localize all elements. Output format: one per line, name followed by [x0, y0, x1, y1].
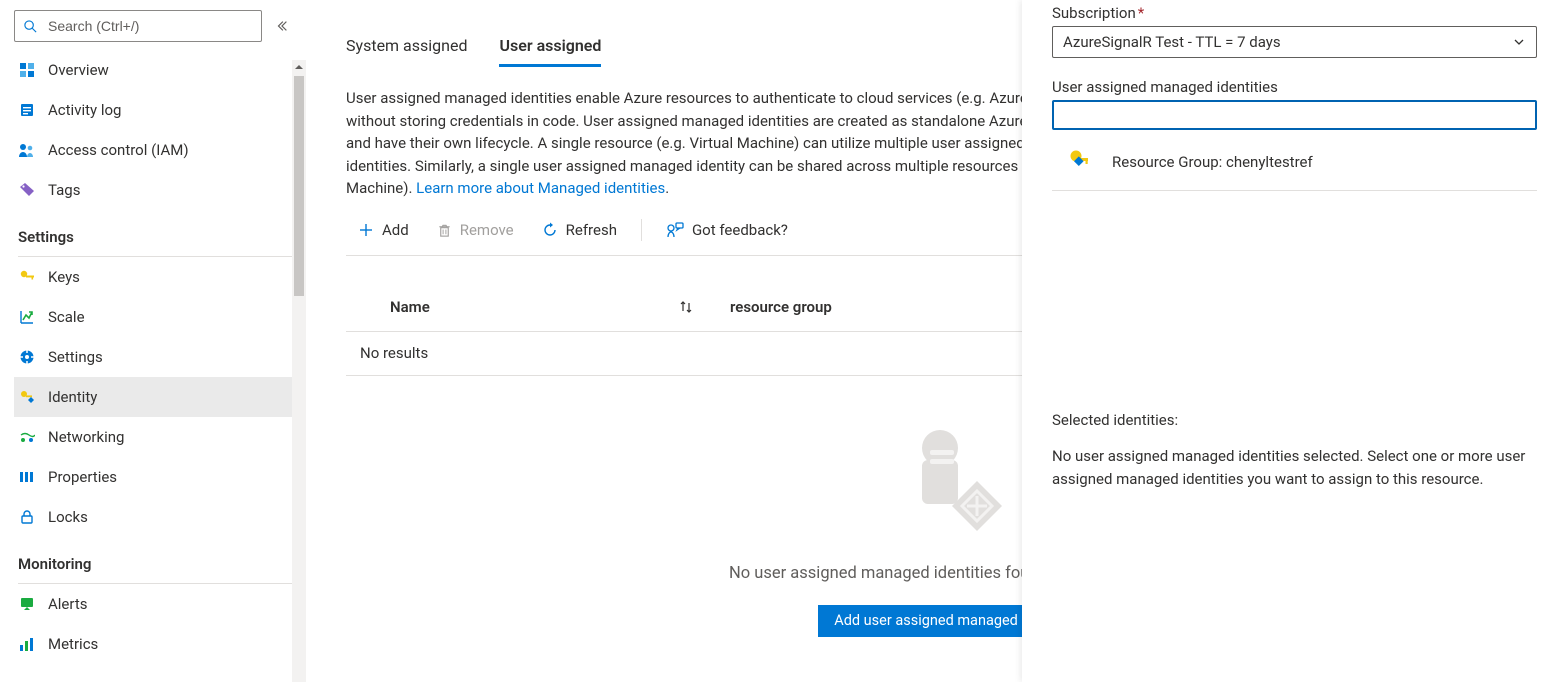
required-indicator: * [1138, 4, 1144, 22]
collapse-sidebar-button[interactable] [272, 16, 292, 36]
search-input[interactable] [46, 17, 253, 35]
selected-identities-help: No user assigned managed identities sele… [1052, 445, 1537, 490]
refresh-icon [542, 222, 558, 238]
sidebar-item-label: Identity [48, 388, 97, 406]
search-icon [23, 19, 38, 34]
sidebar-item-label: Scale [48, 308, 85, 326]
description-suffix: . [665, 179, 669, 197]
networking-icon [18, 428, 36, 446]
uami-label: User assigned managed identities [1052, 78, 1537, 96]
remove-button: Remove [425, 212, 526, 248]
sidebar-item-label: Tags [48, 181, 80, 199]
sidebar-item-label: Settings [48, 348, 103, 366]
sidebar-item-properties[interactable]: Properties [14, 457, 306, 497]
sidebar-section-monitoring: Monitoring [14, 537, 306, 579]
refresh-button[interactable]: Refresh [530, 212, 629, 248]
sidebar-section-settings: Settings [14, 210, 306, 252]
column-header-name[interactable]: Name [346, 298, 706, 316]
sidebar-item-label: Overview [48, 61, 109, 79]
sidebar-search[interactable] [14, 10, 262, 42]
sidebar-item-metrics[interactable]: Metrics [14, 624, 306, 664]
toolbar-separator [641, 219, 642, 241]
column-name-label: Name [390, 298, 430, 316]
identity-illustration-icon [892, 416, 1012, 536]
subscription-dropdown[interactable]: AzureSignalR Test - TTL = 7 days [1052, 26, 1537, 58]
sidebar-item-locks[interactable]: Locks [14, 497, 306, 537]
sidebar-item-scale[interactable]: Scale [14, 297, 306, 337]
plus-icon [358, 222, 374, 238]
sidebar-item-activity-log[interactable]: Activity log [14, 90, 306, 130]
scale-icon [18, 308, 36, 326]
remove-label: Remove [460, 221, 514, 239]
activity-log-icon [18, 101, 36, 119]
tab-system-assigned[interactable]: System assigned [346, 28, 467, 67]
lock-icon [18, 508, 36, 526]
metrics-icon [18, 635, 36, 653]
tags-icon [18, 181, 36, 199]
scrollbar-thumb[interactable] [294, 76, 304, 296]
tab-user-assigned[interactable]: User assigned [499, 28, 601, 67]
sidebar-item-tags[interactable]: Tags [14, 170, 306, 210]
sort-icon [678, 300, 694, 314]
sidebar: Overview Activity log Access control (IA… [0, 0, 306, 682]
gear-icon [18, 348, 36, 366]
trash-icon [437, 223, 452, 238]
scrollbar-up-arrow-icon[interactable] [292, 60, 306, 74]
sidebar-scrollbar[interactable] [292, 60, 306, 682]
uami-result-item[interactable]: Resource Group: chenyltestref [1052, 130, 1537, 191]
sidebar-item-settings[interactable]: Settings [14, 337, 306, 377]
sidebar-item-overview[interactable]: Overview [14, 50, 306, 90]
sidebar-item-keys[interactable]: Keys [14, 257, 306, 297]
sidebar-item-label: Networking [48, 428, 124, 446]
add-label: Add [382, 221, 409, 239]
identity-key-icon [1066, 148, 1094, 176]
sidebar-item-identity[interactable]: Identity [14, 377, 306, 417]
selected-identities-header: Selected identities: [1052, 411, 1537, 429]
alerts-icon [18, 595, 36, 613]
sidebar-item-networking[interactable]: Networking [14, 417, 306, 457]
properties-icon [18, 468, 36, 486]
sidebar-item-alerts[interactable]: Alerts [14, 584, 306, 624]
feedback-icon [666, 222, 684, 238]
add-identity-panel: Subscription* AzureSignalR Test - TTL = … [1022, 0, 1557, 682]
keys-icon [18, 268, 36, 286]
feedback-label: Got feedback? [692, 221, 788, 239]
subscription-value: AzureSignalR Test - TTL = 7 days [1063, 33, 1281, 51]
sidebar-item-label: Activity log [48, 101, 121, 119]
subscription-label: Subscription* [1052, 4, 1537, 22]
sidebar-item-label: Properties [48, 468, 117, 486]
sidebar-item-label: Locks [48, 508, 88, 526]
chevron-down-icon [1512, 35, 1526, 49]
access-control-icon [18, 141, 36, 159]
overview-icon [18, 61, 36, 79]
identity-icon [18, 388, 36, 406]
sidebar-item-label: Access control (IAM) [48, 141, 189, 159]
uami-search-input[interactable] [1062, 102, 1527, 128]
refresh-label: Refresh [566, 221, 617, 239]
add-button[interactable]: Add [346, 212, 421, 248]
sidebar-item-access-control[interactable]: Access control (IAM) [14, 130, 306, 170]
learn-more-link[interactable]: Learn more about Managed identities [416, 179, 665, 197]
sidebar-item-label: Alerts [48, 595, 88, 613]
uami-search-input-container[interactable] [1052, 100, 1537, 130]
sidebar-item-label: Metrics [48, 635, 98, 653]
feedback-button[interactable]: Got feedback? [654, 212, 800, 248]
description-text: User assigned managed identities enable … [346, 87, 1106, 200]
uami-result-label: Resource Group: chenyltestref [1112, 153, 1313, 171]
sidebar-item-label: Keys [48, 268, 80, 286]
